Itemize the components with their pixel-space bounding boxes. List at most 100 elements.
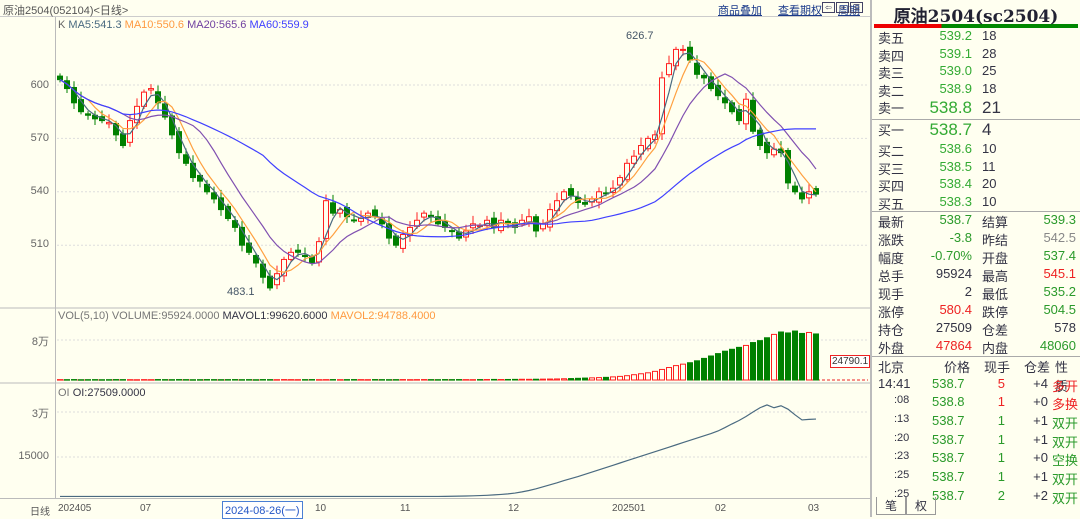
trade-oi-change: +0 — [1033, 450, 1048, 466]
volume-bar — [722, 350, 728, 381]
ask-price[interactable]: 539.2 — [939, 28, 972, 43]
ask-row: 卖一 538.8 21 — [872, 98, 1080, 119]
volume-bar — [456, 379, 462, 381]
trade-price: 538.7 — [932, 431, 965, 447]
ask-price[interactable]: 538.8 — [929, 98, 972, 118]
quote-label: 总手 — [878, 269, 905, 284]
quote-row: 最新 538.7 结算 539.3 — [872, 212, 1080, 230]
ask-label: 卖一 — [878, 101, 905, 116]
quote-label: 外盘 — [878, 341, 905, 356]
quote-label: 涨停 — [878, 305, 905, 320]
candle-body — [582, 201, 588, 205]
volume-bar — [302, 379, 308, 381]
trade-time: :08 — [894, 394, 910, 407]
trade-row: :20 538.7 1 +1 双开 — [872, 432, 1080, 451]
quote-label: 最低 — [982, 287, 1009, 302]
tab-options[interactable]: 权 — [906, 497, 937, 515]
volume-bar — [638, 373, 644, 381]
col-price: 价格 — [944, 360, 971, 375]
ask-price[interactable]: 539.0 — [939, 63, 972, 78]
col-vol: 现手 — [984, 360, 1011, 375]
volume-bar — [519, 378, 525, 381]
volume-bar — [568, 378, 574, 381]
volume-bar — [512, 378, 518, 381]
ask-row: 卖二 538.9 18 — [872, 81, 1080, 99]
candle-body — [694, 62, 700, 75]
ask-label: 卖三 — [878, 66, 905, 81]
trade-volume: 1 — [997, 413, 1005, 429]
quote-value: 47864 — [935, 338, 972, 353]
quote-label: 结算 — [982, 215, 1009, 230]
candle-body — [330, 202, 336, 214]
trade-volume: 2 — [997, 487, 1005, 503]
volume-bar — [99, 379, 105, 381]
trade-row: :13 538.7 1 +1 双开 — [872, 413, 1080, 432]
bid-price[interactable]: 538.4 — [939, 176, 972, 191]
date-tick: 12 — [508, 503, 520, 514]
date-tick: 02 — [715, 503, 727, 514]
volume-bar — [435, 379, 441, 381]
bid-price[interactable]: 538.7 — [929, 120, 972, 140]
volume-bar — [106, 379, 112, 381]
quote-label: 最新 — [878, 215, 905, 230]
date-tick: 03 — [808, 503, 820, 514]
bid-price[interactable]: 538.5 — [939, 159, 972, 174]
candle-body — [561, 191, 567, 201]
candle-body — [302, 255, 308, 258]
vol-legend: VOL(5,10) VOLUME:95924.0000 MAVOL1:99620… — [58, 310, 436, 322]
panel-tabs: 笔 权 — [876, 497, 937, 515]
ask-price[interactable]: 538.9 — [939, 81, 972, 96]
trade-type: 双开 — [1052, 472, 1079, 488]
volume-bar — [57, 379, 63, 381]
volume-bar — [799, 332, 805, 381]
low-label: 483.1 — [227, 286, 255, 298]
quote-value: 538.7 — [939, 212, 972, 227]
bid-price[interactable]: 538.3 — [939, 194, 972, 209]
candle-body — [351, 219, 357, 222]
volume-bar — [358, 379, 364, 381]
volume-bar — [687, 362, 693, 381]
quote-value: 542.5 — [1043, 230, 1076, 245]
volume-bar — [694, 360, 700, 381]
quote-value: 545.1 — [1043, 266, 1076, 281]
tab-ticks[interactable]: 笔 — [876, 497, 907, 515]
quote-value: 539.3 — [1043, 212, 1076, 227]
ask-price[interactable]: 539.1 — [939, 46, 972, 61]
volume-bar — [92, 379, 98, 381]
volume-bar — [491, 378, 497, 381]
volume-bar — [764, 337, 770, 381]
bid-label: 买二 — [878, 144, 905, 159]
vol-marker: 24790.1 — [830, 355, 871, 368]
bid-row: 买四 538.4 20 — [872, 176, 1080, 194]
volume-bar — [351, 379, 357, 381]
volume-bar — [218, 379, 224, 381]
legend-ma5: MA5:541.3 — [68, 19, 122, 31]
volume-bar — [127, 379, 133, 381]
volume-bar — [134, 379, 140, 381]
candle-body — [498, 219, 504, 232]
trade-row: :25 538.7 1 +1 双开 — [872, 469, 1080, 488]
date-tick: 10 — [315, 503, 327, 514]
candle-body — [295, 249, 301, 253]
quote-row: 外盘 47864 内盘 48060 — [872, 338, 1080, 356]
volume-bar — [120, 379, 126, 381]
kline-chart[interactable] — [0, 0, 870, 498]
volume-bar — [428, 379, 434, 381]
volume-bar — [778, 331, 784, 381]
trade-volume: 5 — [997, 375, 1005, 391]
cursor-date: 2024-08-26(一) — [222, 501, 303, 519]
volume-bar — [757, 340, 763, 381]
trade-type: 双开 — [1052, 434, 1079, 450]
volume-bar — [554, 378, 560, 381]
legend-mavol2: MAVOL2:94788.4000 — [330, 310, 436, 322]
trade-volume: 1 — [997, 431, 1005, 447]
candle-body — [309, 256, 315, 264]
bid-price[interactable]: 538.6 — [939, 141, 972, 156]
quote-value: 578 — [1054, 320, 1076, 335]
quote-row: 涨停 580.4 跌停 504.5 — [872, 302, 1080, 320]
candle-body — [120, 133, 126, 147]
volume-bar — [71, 379, 77, 381]
quote-label: 内盘 — [982, 341, 1009, 356]
main-legend: K MA5:541.3 MA10:550.6 MA20:565.6 MA60:5… — [58, 19, 309, 31]
trade-type: 多开 — [1052, 378, 1079, 394]
